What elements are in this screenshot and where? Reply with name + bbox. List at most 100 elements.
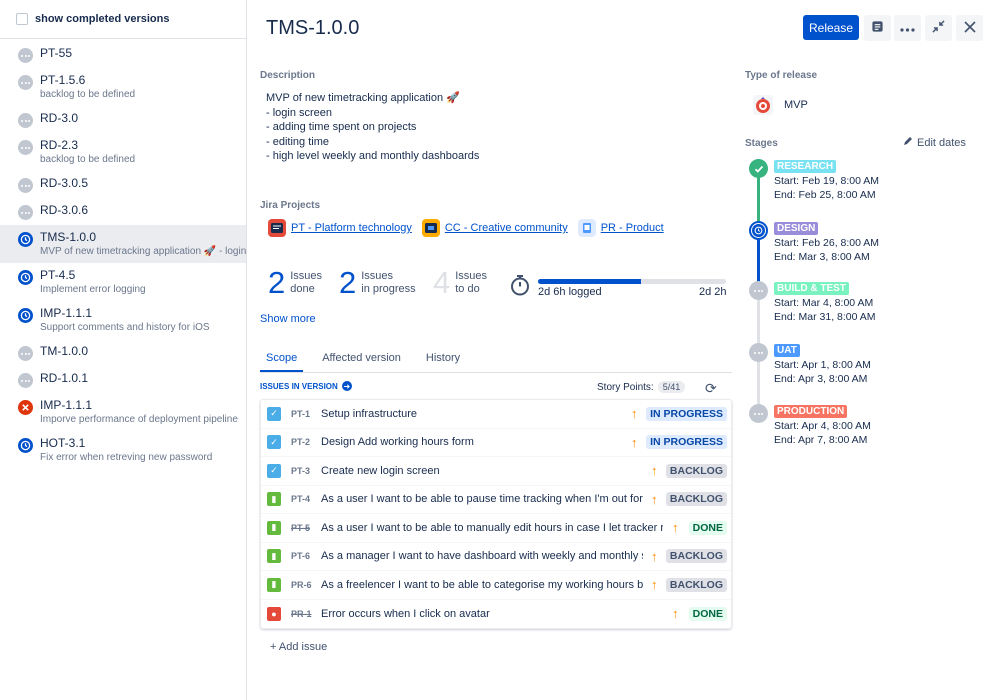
issue-key[interactable]: PT-4 <box>291 494 321 504</box>
issue-row[interactable]: ✓ PT-3 Create new login screen ↑ BACKLOG <box>261 457 731 486</box>
release-type-label: Type of release <box>745 70 818 81</box>
version-item[interactable]: TM-1.0.0 <box>0 339 246 366</box>
issue-row[interactable]: ✓ PT-2 Design Add working hours form ↑ I… <box>261 429 731 457</box>
issue-row[interactable]: ▮ PT-4 As a user I want to be able to pa… <box>261 486 731 514</box>
stat-count: 2 <box>339 265 357 300</box>
status-badge[interactable]: IN PROGRESS <box>646 406 727 421</box>
issue-key[interactable]: PT-6 <box>291 551 321 561</box>
project-item[interactable]: PR - Product <box>577 219 664 237</box>
issue-key[interactable]: PR-1 <box>291 609 321 619</box>
collapse-button[interactable] <box>925 15 952 41</box>
release-button[interactable]: Release <box>803 15 859 40</box>
version-item[interactable]: RD-2.3 backlog to be defined <box>0 133 246 171</box>
issue-row[interactable]: ✓ PT-1 Setup infrastructure ↑ IN PROGRES… <box>261 400 731 429</box>
tab-scope[interactable]: Scope <box>260 352 304 372</box>
project-item[interactable]: CC - Creative community <box>421 219 568 237</box>
issue-row[interactable]: ▮ PT-5 As a user I want to be able to ma… <box>261 514 731 543</box>
stage-name: BUILD & TEST <box>774 282 849 295</box>
version-description: backlog to be defined <box>40 89 136 100</box>
version-item[interactable]: RD-1.0.1 <box>0 366 246 393</box>
status-badge[interactable]: BACKLOG <box>665 463 727 478</box>
issue-row[interactable]: ▮ PT-6 As a manager I want to have dashb… <box>261 543 731 571</box>
stage-name: UAT <box>774 344 800 357</box>
status-badge[interactable]: BACKLOG <box>665 549 727 564</box>
clock-icon <box>18 270 33 285</box>
version-item[interactable]: IMP-1.1.1 Support comments and history fo… <box>0 301 246 339</box>
issues-done-stat[interactable]: 2 Issues done <box>268 266 322 300</box>
description-line: - login screen <box>266 106 333 119</box>
project-avatar-icon <box>268 219 286 237</box>
unreleased-status-icon <box>18 178 33 193</box>
issue-key[interactable]: PT-2 <box>291 437 321 447</box>
issue-row[interactable]: ▮ PR-6 As a freelencer I want to be able… <box>261 571 731 600</box>
issues-in-version-link[interactable]: ISSUES IN VERSION ➜ <box>260 381 352 391</box>
stage-name: PRODUCTION <box>774 405 848 418</box>
clock-icon <box>18 438 33 453</box>
project-link[interactable]: CC - Creative community <box>445 222 568 234</box>
show-completed-checkbox[interactable] <box>16 13 28 25</box>
version-description: backlog to be defined <box>40 154 136 165</box>
version-details-panel: TMS-1.0.0 Release Description MVP of new… <box>248 0 999 700</box>
version-item[interactable]: RD-3.0 <box>0 106 246 133</box>
version-name: PT-4.5 <box>40 268 76 282</box>
story-bookmark-icon: ▮ <box>267 577 281 592</box>
issue-key[interactable]: PT-5 <box>291 523 321 533</box>
show-more-link[interactable]: Show more <box>260 313 316 325</box>
unreleased-status-icon <box>18 75 33 90</box>
description-text[interactable]: MVP of new timetracking application 🚀 - … <box>266 91 479 164</box>
project-link[interactable]: PT - Platform technology <box>291 222 412 234</box>
version-item[interactable]: HOT-3.1 Fix error when retreving new pass… <box>0 431 246 469</box>
issue-key[interactable]: PT-3 <box>291 466 321 476</box>
version-item-selected[interactable]: TMS-1.0.0 MVP of new timetracking applica… <box>0 225 246 263</box>
issue-key[interactable]: PT-1 <box>291 409 321 419</box>
project-link[interactable]: PR - Product <box>601 222 664 234</box>
issue-key[interactable]: PR-6 <box>291 580 321 590</box>
project-item[interactable]: PT - Platform technology <box>268 219 412 237</box>
stopwatch-icon <box>510 274 530 299</box>
priority-high-icon: ↑ <box>651 491 658 507</box>
more-actions-button[interactable] <box>894 15 921 41</box>
version-name: HOT-3.1 <box>40 436 86 450</box>
version-item[interactable]: IMP-1.1.1 Imporve performance of deployme… <box>0 393 246 431</box>
issues-to-do-stat[interactable]: 4 Issues to do <box>433 266 487 300</box>
stage-end: End: Apr 7, 8:00 AM <box>774 434 868 446</box>
edit-dates-button[interactable]: Edit dates <box>903 136 966 149</box>
add-issue-button[interactable]: + Add issue <box>270 641 327 653</box>
status-badge[interactable]: DONE <box>688 606 727 621</box>
status-badge[interactable]: IN PROGRESS <box>646 435 727 450</box>
version-item[interactable]: RD-3.0.5 <box>0 171 246 198</box>
status-badge[interactable]: DONE <box>688 520 727 535</box>
task-checkbox-icon: ✓ <box>267 406 281 421</box>
edit-dates-label: Edit dates <box>917 136 966 149</box>
show-completed-toggle[interactable]: show completed versions <box>0 0 246 39</box>
issues-in-version-label: ISSUES IN VERSION <box>260 381 338 391</box>
stat-count: 2 <box>268 265 286 300</box>
version-item[interactable]: PT-1.5.6 backlog to be defined <box>0 68 246 106</box>
tab-affected-version[interactable]: Affected version <box>316 352 407 372</box>
issues-table: ✓ PT-1 Setup infrastructure ↑ IN PROGRES… <box>260 399 732 629</box>
issue-summary: Create new login screen <box>321 464 440 477</box>
status-badge[interactable]: BACKLOG <box>665 492 727 507</box>
stage-end: End: Apr 3, 8:00 AM <box>774 373 868 385</box>
tab-history[interactable]: History <box>420 352 466 372</box>
close-button[interactable] <box>956 15 983 41</box>
pending-dots-icon <box>749 281 768 300</box>
status-badge[interactable]: BACKLOG <box>665 577 727 592</box>
more-icon <box>900 21 915 35</box>
project-avatar-icon <box>421 219 440 237</box>
issues-in-progress-stat[interactable]: 2 Issues in progress <box>339 266 416 300</box>
versions-sidebar: show completed versions PT-55 PT-1.5.6 ba… <box>0 0 247 700</box>
version-item[interactable]: RD-3.0.6 <box>0 198 246 225</box>
pending-dots-icon <box>749 343 768 362</box>
issue-summary: Setup infrastructure <box>321 407 417 420</box>
story-bookmark-icon: ▮ <box>267 549 281 564</box>
refresh-icon[interactable]: ⟳ <box>705 380 717 397</box>
issue-row[interactable]: ● PR-1 Error occurs when I click on avat… <box>261 600 731 629</box>
notes-button[interactable] <box>864 15 891 41</box>
clock-icon <box>749 221 768 240</box>
pending-dots-icon <box>749 404 768 423</box>
time-remaining: 2d 2h <box>699 286 727 298</box>
stage-start: Start: Apr 1, 8:00 AM <box>774 359 871 371</box>
version-item[interactable]: PT-55 <box>0 41 246 68</box>
version-item[interactable]: PT-4.5 Implement error logging <box>0 263 246 301</box>
